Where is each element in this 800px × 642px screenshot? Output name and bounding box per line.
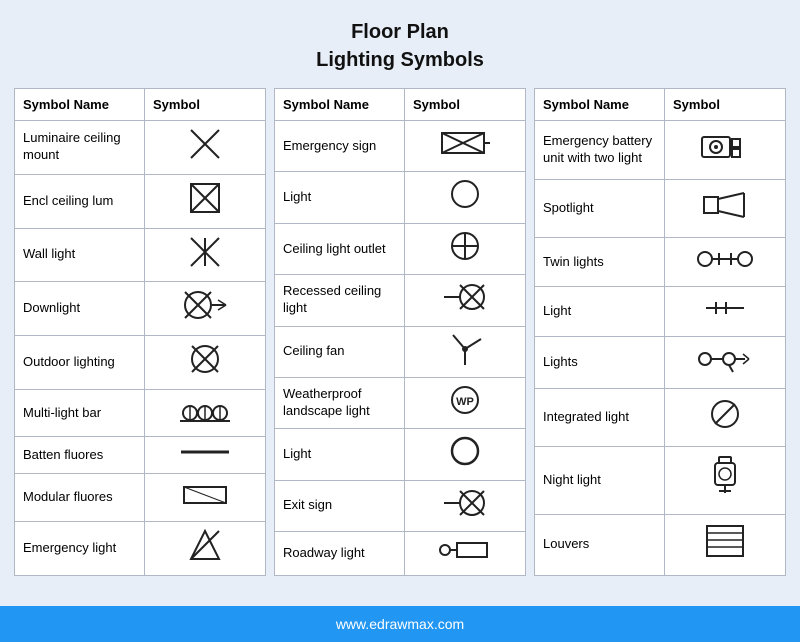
- footer: www.edrawmax.com: [0, 606, 800, 642]
- table-row: Ceiling fan: [275, 326, 526, 377]
- table-row: Twin lights: [535, 238, 786, 287]
- table-row: Integrated light: [535, 388, 786, 447]
- table-row: Recessed ceiling light: [275, 275, 526, 326]
- col-header-symbol-3: Symbol: [665, 89, 786, 121]
- table-row: Light: [275, 172, 526, 223]
- footer-url: www.edrawmax.com: [336, 616, 464, 632]
- table-row: Wall light: [15, 228, 266, 282]
- table-row: Lights: [535, 336, 786, 388]
- table-row: Emergency battery unit with two light: [535, 121, 786, 180]
- table-1: Symbol Name Symbol Luminaire ceiling mou…: [14, 88, 266, 576]
- table-row: Spotlight: [535, 179, 786, 238]
- table-row: Multi-light bar: [15, 389, 266, 436]
- table-row: Luminaire ceiling mount: [15, 121, 266, 175]
- table-row: Downlight: [15, 282, 266, 336]
- table-3: Symbol Name Symbol Emergency battery uni…: [534, 88, 786, 576]
- tables-container: Symbol Name Symbol Luminaire ceiling mou…: [0, 88, 800, 586]
- table-row: Emergency sign: [275, 121, 526, 172]
- page-title: Floor PlanLighting Symbols: [316, 0, 484, 88]
- table-row: Modular fluores: [15, 474, 266, 521]
- table-row: Light: [535, 287, 786, 336]
- table-row: Night light: [535, 447, 786, 515]
- svg-text:WP: WP: [456, 396, 474, 408]
- table-row: Roadway light: [275, 532, 526, 575]
- table-row: Exit sign: [275, 480, 526, 531]
- table-row: Louvers: [535, 514, 786, 575]
- table-row: Ceiling light outlet: [275, 223, 526, 274]
- col-header-symbol-1: Symbol: [145, 89, 266, 121]
- table-row: Emergency light: [15, 521, 266, 575]
- table-2: Symbol Name Symbol Emergency sign Light: [274, 88, 526, 576]
- table-row: Encl ceiling lum: [15, 174, 266, 228]
- table-row: Light: [275, 429, 526, 480]
- table-row: Outdoor lighting: [15, 336, 266, 390]
- col-header-name-2: Symbol Name: [275, 89, 405, 121]
- col-header-name-1: Symbol Name: [15, 89, 145, 121]
- col-header-name-3: Symbol Name: [535, 89, 665, 121]
- table-row: Batten fluores: [15, 437, 266, 474]
- col-header-symbol-2: Symbol: [405, 89, 526, 121]
- table-row: Weatherproof landscape light WP: [275, 377, 526, 428]
